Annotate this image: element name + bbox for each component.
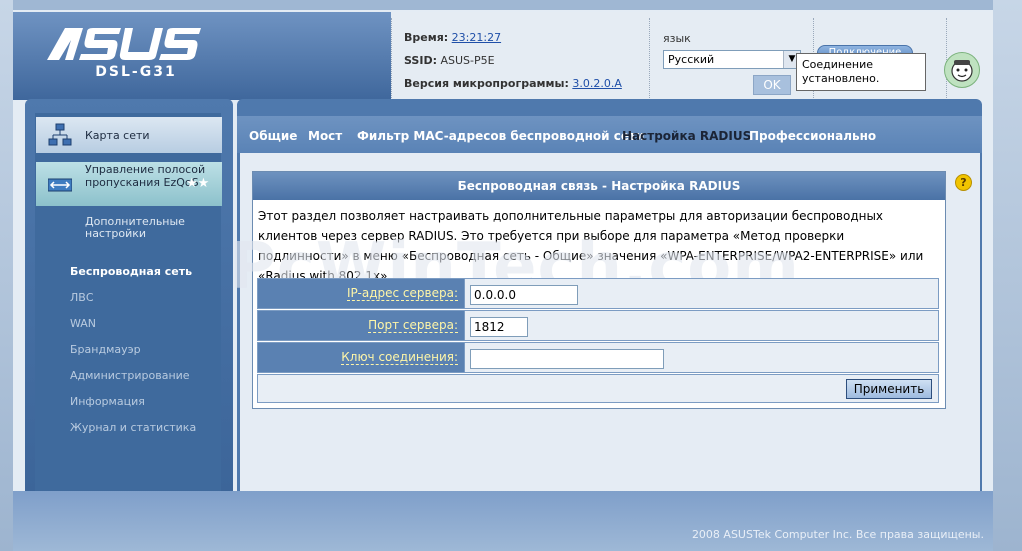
- secret-key-input[interactable]: [470, 349, 664, 369]
- sidebar-item-wireless[interactable]: Беспроводная сеть: [70, 265, 192, 278]
- sidebar-item-administration[interactable]: Администрирование: [70, 369, 190, 382]
- time-link[interactable]: 23:21:27: [452, 31, 501, 44]
- logo-area: DSL-G31: [13, 12, 391, 100]
- sidebar-item-lan[interactable]: ЛВС: [70, 291, 94, 304]
- sidebar-item-wan[interactable]: WAN: [70, 317, 96, 330]
- network-map-icon: [48, 123, 72, 146]
- sidebar-item-advanced[interactable]: Дополнительные настройки: [85, 216, 185, 240]
- apply-row: Применить: [257, 374, 939, 403]
- tab-bar: Общие Мост Фильтр MAC-адресов беспроводн…: [237, 116, 982, 153]
- footer: [13, 491, 993, 551]
- language-label: язык: [663, 32, 691, 45]
- secret-key-row: Ключ соединения:: [257, 342, 939, 373]
- server-ip-row: IP-адрес сервера: 0.0.0.0: [257, 278, 939, 309]
- server-port-row: Порт сервера: 1812: [257, 310, 939, 341]
- sidebar-item-ezqos[interactable]: Управление полосой пропускания EzQoS ★★: [36, 162, 222, 206]
- tab-professional[interactable]: Профессионально: [749, 129, 876, 143]
- help-icon[interactable]: ?: [955, 174, 972, 191]
- server-ip-input[interactable]: 0.0.0.0: [470, 285, 578, 305]
- language-ok-button[interactable]: OK: [753, 75, 791, 95]
- star-icon: ★★: [186, 176, 210, 191]
- sidebar-item-information[interactable]: Информация: [70, 395, 145, 408]
- ssid-row: SSID: ASUS-P5E: [404, 54, 495, 67]
- server-port-input[interactable]: 1812: [470, 317, 528, 337]
- sidebar-item-network-map[interactable]: Карта сети: [36, 117, 222, 153]
- server-port-label: Порт сервера:: [368, 318, 458, 333]
- firmware-link[interactable]: 3.0.2.0.A: [572, 77, 622, 90]
- connection-tooltip: Соединение установлено.: [796, 53, 926, 91]
- connection-status-icon[interactable]: [944, 52, 980, 88]
- tab-general[interactable]: Общие: [249, 129, 297, 143]
- window-frame-right: [993, 0, 1022, 551]
- tab-mac-filter[interactable]: Фильтр MAC-адресов беспроводной сети: [357, 129, 644, 143]
- firmware-row: Версия микропрограммы: 3.0.2.0.A: [404, 77, 622, 90]
- bandwidth-icon: [48, 178, 72, 192]
- time-row: Время: 23:21:27: [404, 31, 502, 44]
- model-name: DSL-G31: [95, 64, 177, 80]
- server-ip-label: IP-адрес сервера:: [347, 286, 458, 301]
- asus-logo: [47, 28, 201, 60]
- tab-bridge[interactable]: Мост: [308, 129, 342, 143]
- language-select[interactable]: Русский ▼: [663, 50, 801, 69]
- sidebar-item-firewall[interactable]: Брандмауэр: [70, 343, 141, 356]
- panel-title: Беспроводная связь - Настройка RADIUS: [253, 172, 945, 200]
- tab-radius[interactable]: Настройка RADIUS: [622, 129, 751, 143]
- ssid-value: ASUS-P5E: [440, 54, 495, 67]
- window-frame-left: [0, 0, 13, 551]
- secret-key-label: Ключ соединения:: [341, 350, 458, 365]
- panel-description: Этот раздел позволяет настраивать дополн…: [258, 209, 924, 283]
- sidebar-item-log[interactable]: Журнал и статистика: [70, 421, 196, 434]
- apply-button[interactable]: Применить: [846, 379, 932, 399]
- copyright: 2008 ASUSTek Computer Inc. Все права защ…: [691, 528, 984, 541]
